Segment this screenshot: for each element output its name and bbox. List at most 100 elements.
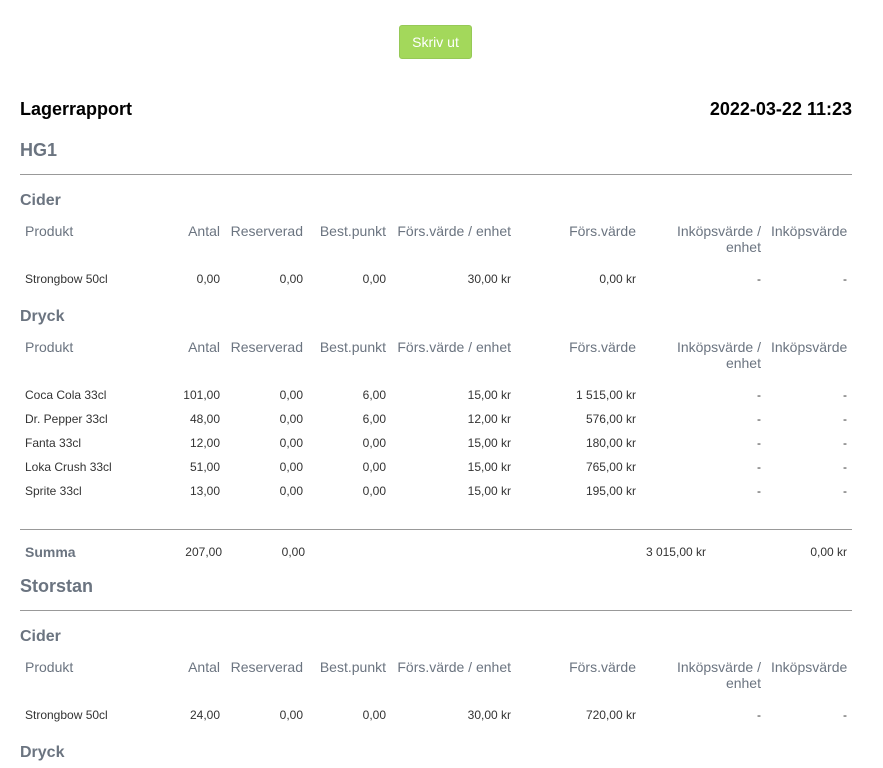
cell-col-fors-varde: 180,00 kr xyxy=(585,436,636,450)
header-col-fors-varde-enhet: Förs.värde / enhet xyxy=(397,339,511,355)
cell-col-produkt: Strongbow 50cl xyxy=(25,272,108,286)
location-divider xyxy=(20,174,852,175)
cell-col-best-punkt: 0,00 xyxy=(362,272,386,286)
cell-col-inkops-varde-enhet: - xyxy=(757,412,761,426)
header-col-antal: Antal xyxy=(188,339,220,355)
cell-col-best-punkt: 6,00 xyxy=(362,388,386,402)
header-col-antal: Antal xyxy=(188,223,220,239)
cell-col-fors-varde: 0,00 kr xyxy=(599,272,636,286)
summary-empty xyxy=(310,530,586,574)
table-header-row: Produkt Antal Reserverad Best.punkt Förs.vär… xyxy=(20,211,852,267)
cell-col-reserverad: 0,00 xyxy=(279,460,303,474)
summary-reserverad: 0,00 xyxy=(281,545,305,559)
cell-col-antal: 51,00 xyxy=(189,460,220,474)
cell-col-produkt: Loka Crush 33cl xyxy=(25,460,112,474)
cell-col-reserverad: 0,00 xyxy=(279,436,303,450)
table-row: Strongbow 50cl 24,00 0,00 0,00 30,00 kr 720,0… xyxy=(20,703,852,727)
cell-col-inkops-varde: - xyxy=(843,708,847,722)
cell-col-antal: 0,00 xyxy=(196,272,220,286)
table-header-row: Produkt Antal Reserverad Best.punkt Förs.vär… xyxy=(20,647,852,703)
cell-col-antal: 101,00 xyxy=(183,388,220,402)
cell-col-reserverad: 0,00 xyxy=(279,412,303,426)
header-col-reserverad: Reserverad xyxy=(230,659,303,675)
header-col-produkt: Produkt xyxy=(25,223,74,239)
cell-col-antal: 48,00 xyxy=(189,412,220,426)
report-title: Lagerrapport xyxy=(20,99,133,119)
cell-col-fors-varde: 576,00 kr xyxy=(585,412,636,426)
location-section: Storstan Cider Produkt Antal Reserverad Best.… xyxy=(20,574,852,763)
cell-col-fors-varde-enhet: 12,00 kr xyxy=(467,412,511,426)
cell-col-best-punkt: 0,00 xyxy=(362,484,386,498)
summary-table: Summa 207,00 0,00 3 015,00 kr 0,00 kr xyxy=(20,530,852,574)
report-datetime: 2022-03-22 11:23 xyxy=(709,99,852,119)
header-col-antal: Antal xyxy=(188,659,220,675)
cell-col-best-punkt: 0,00 xyxy=(362,460,386,474)
cell-col-reserverad: 0,00 xyxy=(279,388,303,402)
cell-col-produkt: Sprite 33cl xyxy=(25,484,82,498)
table-row: Fanta 33cl 12,00 0,00 0,00 15,00 kr 180,00 kr… xyxy=(20,431,852,455)
category-name: Cider xyxy=(20,628,61,645)
cell-col-inkops-varde: - xyxy=(843,272,847,286)
header-col-inkops-varde-enhet: Inköpsvärde / enhet xyxy=(676,659,761,691)
summary-spacer xyxy=(20,503,852,529)
cell-col-inkops-varde: - xyxy=(843,460,847,474)
cell-col-inkops-varde: - xyxy=(843,388,847,402)
cell-col-produkt: Coca Cola 33cl xyxy=(25,388,107,402)
cell-col-reserverad: 0,00 xyxy=(279,484,303,498)
cell-col-fors-varde: 765,00 kr xyxy=(585,460,636,474)
cell-col-antal: 13,00 xyxy=(189,484,220,498)
table-row: Loka Crush 33cl 51,00 0,00 0,00 15,00 kr 765,… xyxy=(20,455,852,479)
cell-col-fors-varde: 720,00 kr xyxy=(585,708,636,722)
cell-col-inkops-varde: - xyxy=(843,436,847,450)
header-col-fors-varde: Förs.värde xyxy=(569,659,636,675)
cell-col-antal: 24,00 xyxy=(189,708,220,722)
header-col-inkops-varde: Inköpsvärde xyxy=(771,339,848,355)
header-col-reserverad: Reserverad xyxy=(230,223,303,239)
header-col-fors-varde: Förs.värde xyxy=(569,223,636,239)
header-col-inkops-varde-enhet: Inköpsvärde / enhet xyxy=(676,223,761,255)
cell-col-inkops-varde-enhet: - xyxy=(757,484,761,498)
cell-col-fors-varde: 195,00 kr xyxy=(585,484,636,498)
stock-table: Produkt Antal Reserverad Best.punkt Förs.vär… xyxy=(20,647,852,727)
cell-col-inkops-varde: - xyxy=(843,484,847,498)
header-col-fors-varde-enhet: Förs.värde / enhet xyxy=(397,659,511,675)
cell-col-fors-varde-enhet: 30,00 kr xyxy=(467,272,511,286)
cell-col-fors-varde-enhet: 15,00 kr xyxy=(467,484,511,498)
summary-label: Summa xyxy=(25,544,76,560)
location-name: Storstan xyxy=(20,576,94,596)
header-col-fors-varde: Förs.värde xyxy=(569,339,636,355)
cell-col-inkops-varde: - xyxy=(843,412,847,426)
header-col-produkt: Produkt xyxy=(25,339,74,355)
category-name: Cider xyxy=(20,192,61,209)
table-row: Coca Cola 33cl 101,00 0,00 6,00 15,00 kr 1 51… xyxy=(20,383,852,407)
cell-col-produkt: Strongbow 50cl xyxy=(25,708,108,722)
print-button[interactable]: Skriv ut xyxy=(399,25,472,59)
cell-col-fors-varde-enhet: 15,00 kr xyxy=(467,388,511,402)
header-col-inkops-varde: Inköpsvärde xyxy=(771,659,848,675)
cell-col-inkops-varde-enhet: - xyxy=(757,388,761,402)
location-divider xyxy=(20,610,852,611)
cell-col-produkt: Fanta 33cl xyxy=(25,436,82,450)
header-col-best-punkt: Best.punkt xyxy=(319,339,386,355)
cell-col-fors-varde-enhet: 30,00 kr xyxy=(467,708,511,722)
table-row: Strongbow 50cl 0,00 0,00 0,00 30,00 kr 0,00 k… xyxy=(20,267,852,291)
header-col-inkops-varde: Inköpsvärde xyxy=(771,223,848,239)
cell-col-inkops-varde-enhet: - xyxy=(757,708,761,722)
location-section: HG1 Cider Produkt Antal Reserverad Best.punkt… xyxy=(20,138,852,574)
category-name: Dryck xyxy=(20,744,65,761)
cell-col-best-punkt: 0,00 xyxy=(362,708,386,722)
header-col-produkt: Produkt xyxy=(25,659,74,675)
summary-antal: 207,00 xyxy=(185,545,222,559)
summary-fors-varde: 3 015,00 kr xyxy=(645,545,706,559)
table-header-row: Produkt Antal Reserverad Best.punkt Förs.vär… xyxy=(20,327,852,383)
cell-col-inkops-varde-enhet: - xyxy=(757,272,761,286)
cell-col-fors-varde-enhet: 15,00 kr xyxy=(467,436,511,450)
summary-inkops-varde: 0,00 kr xyxy=(810,545,847,559)
cell-col-inkops-varde-enhet: - xyxy=(757,460,761,474)
table-row: Dr. Pepper 33cl 48,00 0,00 6,00 12,00 kr 576,… xyxy=(20,407,852,431)
category-name: Dryck xyxy=(20,308,65,325)
cell-col-fors-varde-enhet: 15,00 kr xyxy=(467,460,511,474)
header-col-best-punkt: Best.punkt xyxy=(319,659,386,675)
header-col-inkops-varde-enhet: Inköpsvärde / enhet xyxy=(676,339,761,371)
cell-col-reserverad: 0,00 xyxy=(279,272,303,286)
